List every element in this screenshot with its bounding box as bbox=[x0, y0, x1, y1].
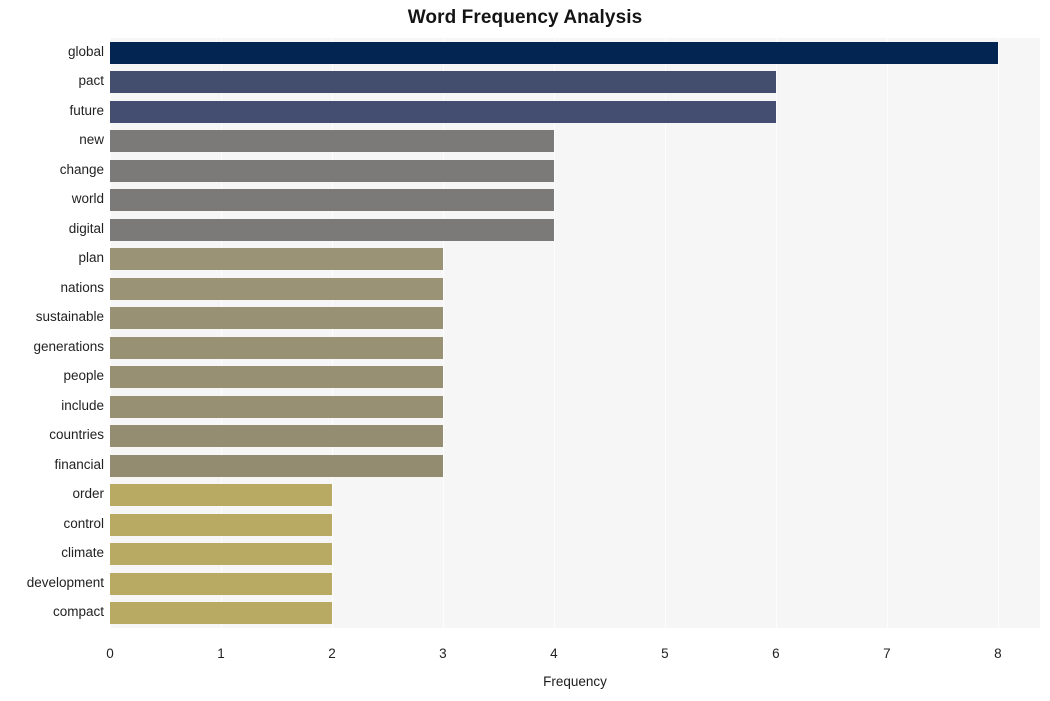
bar-new bbox=[110, 130, 554, 153]
bar-change bbox=[110, 159, 554, 182]
bar-row bbox=[110, 543, 1040, 566]
bar-compact bbox=[110, 602, 332, 625]
y-tick-label-people: people bbox=[63, 368, 104, 384]
bar-row bbox=[110, 484, 1040, 507]
bar-pact bbox=[110, 71, 776, 94]
bar-row bbox=[110, 159, 1040, 182]
bar-row bbox=[110, 395, 1040, 418]
bar-include bbox=[110, 395, 443, 418]
bar-global bbox=[110, 41, 998, 64]
x-tick-label-3: 3 bbox=[439, 646, 447, 661]
bar-future bbox=[110, 100, 776, 123]
bar-row bbox=[110, 454, 1040, 477]
bar-row bbox=[110, 130, 1040, 153]
x-tick-label-8: 8 bbox=[994, 646, 1002, 661]
bar-order bbox=[110, 484, 332, 507]
bar-row bbox=[110, 71, 1040, 94]
bar-control bbox=[110, 513, 332, 536]
bar-row bbox=[110, 366, 1040, 389]
chart-figure: Word Frequency Analysis global pact future… bbox=[0, 0, 1050, 701]
bar-financial bbox=[110, 454, 443, 477]
y-tick-label-countries: countries bbox=[49, 427, 104, 443]
bar-plan bbox=[110, 248, 443, 271]
bar-development bbox=[110, 572, 332, 595]
bar-row bbox=[110, 572, 1040, 595]
y-tick-label-control: control bbox=[63, 515, 104, 531]
y-tick-label-change: change bbox=[59, 161, 104, 177]
y-axis-tick-labels: global pact future new change world digital pla… bbox=[0, 38, 104, 628]
y-tick-label-compact: compact bbox=[52, 604, 104, 620]
x-tick-label-2: 2 bbox=[328, 646, 336, 661]
y-tick-label-plan: plan bbox=[78, 250, 104, 266]
bar-nations bbox=[110, 277, 443, 300]
bar-generations bbox=[110, 336, 443, 359]
x-axis-tick-labels: 0 1 2 3 4 5 6 7 8 bbox=[106, 628, 1040, 661]
y-tick-label-sustainable: sustainable bbox=[35, 309, 104, 325]
y-tick-label-order: order bbox=[72, 486, 104, 502]
y-tick-label-digital: digital bbox=[68, 220, 104, 236]
x-tick-label-1: 1 bbox=[217, 646, 225, 661]
y-tick-label-climate: climate bbox=[61, 545, 104, 561]
bar-row bbox=[110, 100, 1040, 123]
y-tick-label-world: world bbox=[71, 191, 104, 207]
y-tick-label-financial: financial bbox=[54, 456, 104, 472]
chart-title: Word Frequency Analysis bbox=[407, 7, 643, 28]
bar-row bbox=[110, 425, 1040, 448]
y-tick-label-pact: pact bbox=[78, 73, 104, 89]
bar-climate bbox=[110, 543, 332, 566]
bar-row bbox=[110, 41, 1040, 64]
bar-row bbox=[110, 336, 1040, 359]
y-tick-label-new: new bbox=[79, 132, 104, 148]
y-tick-label-future: future bbox=[69, 102, 104, 118]
y-tick-label-nations: nations bbox=[60, 279, 104, 295]
bar-sustainable bbox=[110, 307, 443, 330]
x-tick-label-6: 6 bbox=[772, 646, 780, 661]
x-tick-label-7: 7 bbox=[883, 646, 891, 661]
bar-people bbox=[110, 366, 443, 389]
bar-row bbox=[110, 307, 1040, 330]
bar-row bbox=[110, 218, 1040, 241]
plot-area bbox=[110, 38, 1040, 628]
bar-row bbox=[110, 277, 1040, 300]
bar-row bbox=[110, 248, 1040, 271]
bar-digital bbox=[110, 218, 554, 241]
y-tick-label-include: include bbox=[61, 397, 104, 413]
x-tick-label-4: 4 bbox=[550, 646, 558, 661]
bar-world bbox=[110, 189, 554, 212]
y-tick-label-development: development bbox=[26, 574, 104, 590]
bar-row bbox=[110, 602, 1040, 625]
bar-row bbox=[110, 189, 1040, 212]
x-tick-label-0: 0 bbox=[106, 646, 114, 661]
bar-row bbox=[110, 513, 1040, 536]
x-axis-title: Frequency bbox=[543, 674, 607, 689]
y-tick-label-generations: generations bbox=[33, 338, 104, 354]
bar-countries bbox=[110, 425, 443, 448]
bars-layer bbox=[110, 38, 1040, 628]
y-tick-label-global: global bbox=[67, 43, 104, 59]
x-tick-label-5: 5 bbox=[661, 646, 669, 661]
